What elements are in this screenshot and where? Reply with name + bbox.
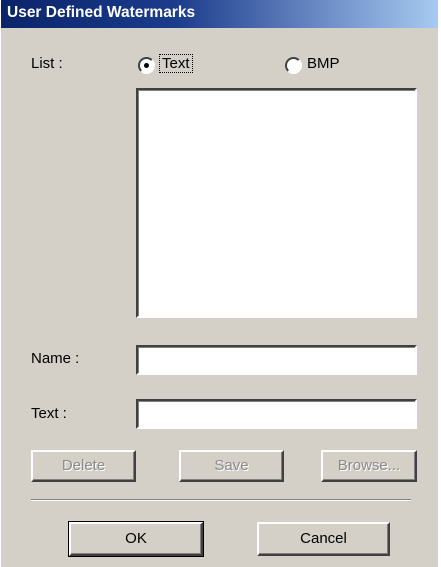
text-label: Text : xyxy=(31,405,67,422)
radio-selected-dot xyxy=(144,63,149,68)
name-label: Name : xyxy=(31,350,80,367)
name-input[interactable] xyxy=(136,345,417,375)
save-button[interactable]: Save xyxy=(179,450,284,482)
dialog-title: User Defined Watermarks xyxy=(7,4,196,21)
browse-button[interactable]: Browse... xyxy=(321,450,417,482)
text-radio-label[interactable]: Text xyxy=(162,55,190,72)
separator xyxy=(31,499,411,501)
watermarks-dialog: User Defined Watermarks List : Text BMP … xyxy=(0,0,438,567)
bmp-radio-label[interactable]: BMP xyxy=(307,55,340,72)
list-label: List : xyxy=(31,55,63,72)
watermark-listbox[interactable] xyxy=(136,88,417,318)
ok-button[interactable]: OK xyxy=(68,521,204,557)
cancel-button[interactable]: Cancel xyxy=(257,522,390,556)
text-radio[interactable] xyxy=(138,57,155,74)
text-radio-focus: Text xyxy=(159,54,193,73)
text-input[interactable] xyxy=(136,399,417,429)
title-bar[interactable]: User Defined Watermarks xyxy=(1,0,438,28)
bmp-radio[interactable] xyxy=(285,57,302,74)
delete-button[interactable]: Delete xyxy=(31,450,136,482)
